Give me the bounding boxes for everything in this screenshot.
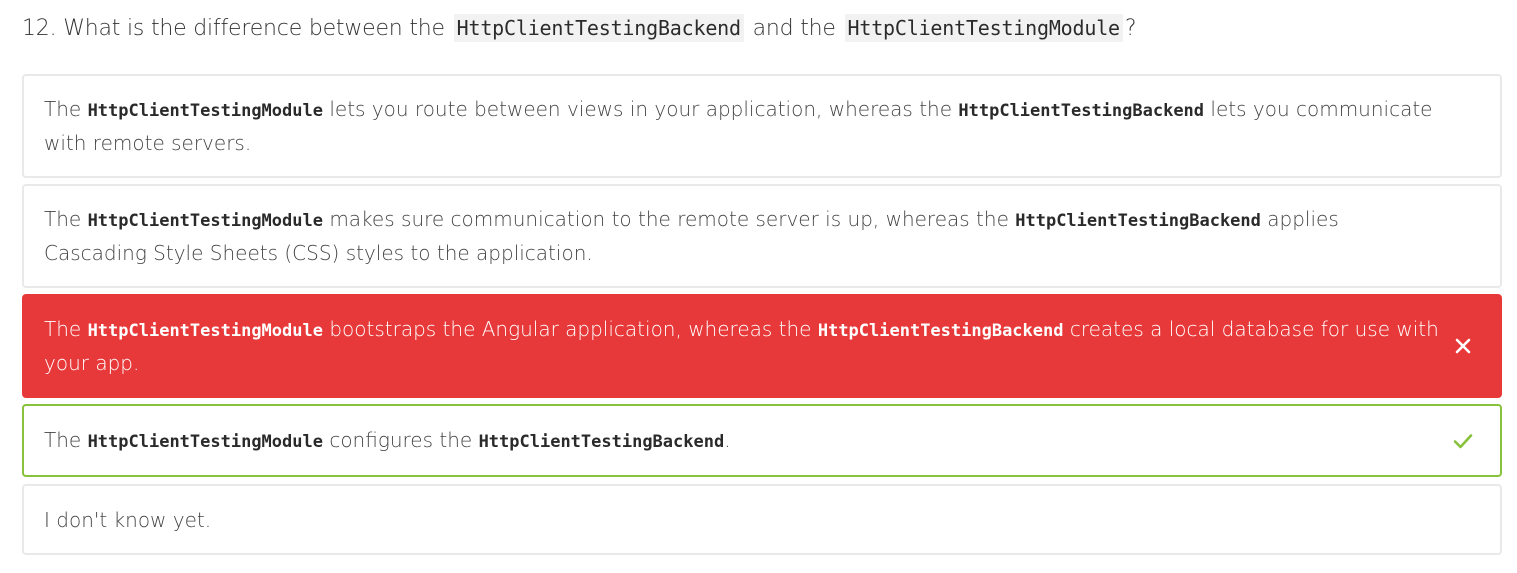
option-text-part: . — [724, 427, 731, 452]
option-code: HttpClientTestingBackend — [958, 101, 1205, 121]
option-code: HttpClientTestingModule — [87, 321, 323, 341]
option-code: HttpClientTestingModule — [87, 431, 323, 452]
answer-option-3-text: The HttpClientTestingModule bootstraps t… — [44, 313, 1440, 379]
question-code-module: HttpClientTestingModule — [844, 14, 1123, 42]
answer-option-5-dont-know[interactable]: I don't know yet. — [22, 484, 1502, 555]
option-text-part: The — [44, 427, 82, 452]
answer-option-4-text: The HttpClientTestingModule configures t… — [44, 424, 731, 458]
answer-option-2-text: The HttpClientTestingModule makes sure c… — [44, 203, 1440, 269]
option-text-part: The — [44, 97, 82, 121]
question-text-post: ? — [1124, 15, 1137, 41]
answer-option-1[interactable]: The HttpClientTestingModule lets you rou… — [22, 74, 1502, 178]
question-number: 12. — [22, 15, 57, 41]
close-icon — [1455, 338, 1471, 354]
check-icon — [1453, 433, 1473, 448]
question-text-mid: and the — [752, 15, 836, 41]
answer-option-4-correct[interactable]: The HttpClientTestingModule configures t… — [22, 404, 1502, 477]
option-code: HttpClientTestingBackend — [817, 321, 1064, 341]
option-text-part: bootstraps the Angular application, wher… — [329, 317, 812, 341]
option-code: HttpClientTestingBackend — [1015, 211, 1261, 231]
option-text-part: The — [44, 317, 82, 341]
answer-option-2[interactable]: The HttpClientTestingModule makes sure c… — [22, 184, 1502, 288]
answer-option-5-text: I don't know yet. — [44, 507, 212, 532]
option-text-part: The — [44, 207, 82, 231]
option-text-part: lets you route between views in your app… — [329, 97, 953, 121]
question-code-backend: HttpClientTestingBackend — [453, 14, 744, 42]
question-text-pre: What is the difference between the — [63, 15, 445, 41]
answer-option-1-text: The HttpClientTestingModule lets you rou… — [44, 93, 1440, 159]
option-code: HttpClientTestingModule — [87, 211, 323, 231]
option-code: HttpClientTestingBackend — [478, 431, 725, 452]
option-text-part: configures the — [329, 427, 473, 452]
question-title: 12. What is the difference between the H… — [22, 10, 1137, 46]
option-code: HttpClientTestingModule — [87, 101, 323, 121]
option-text-part: makes sure communication to the remote s… — [329, 207, 1009, 231]
answer-option-3-incorrect[interactable]: The HttpClientTestingModule bootstraps t… — [22, 294, 1502, 398]
